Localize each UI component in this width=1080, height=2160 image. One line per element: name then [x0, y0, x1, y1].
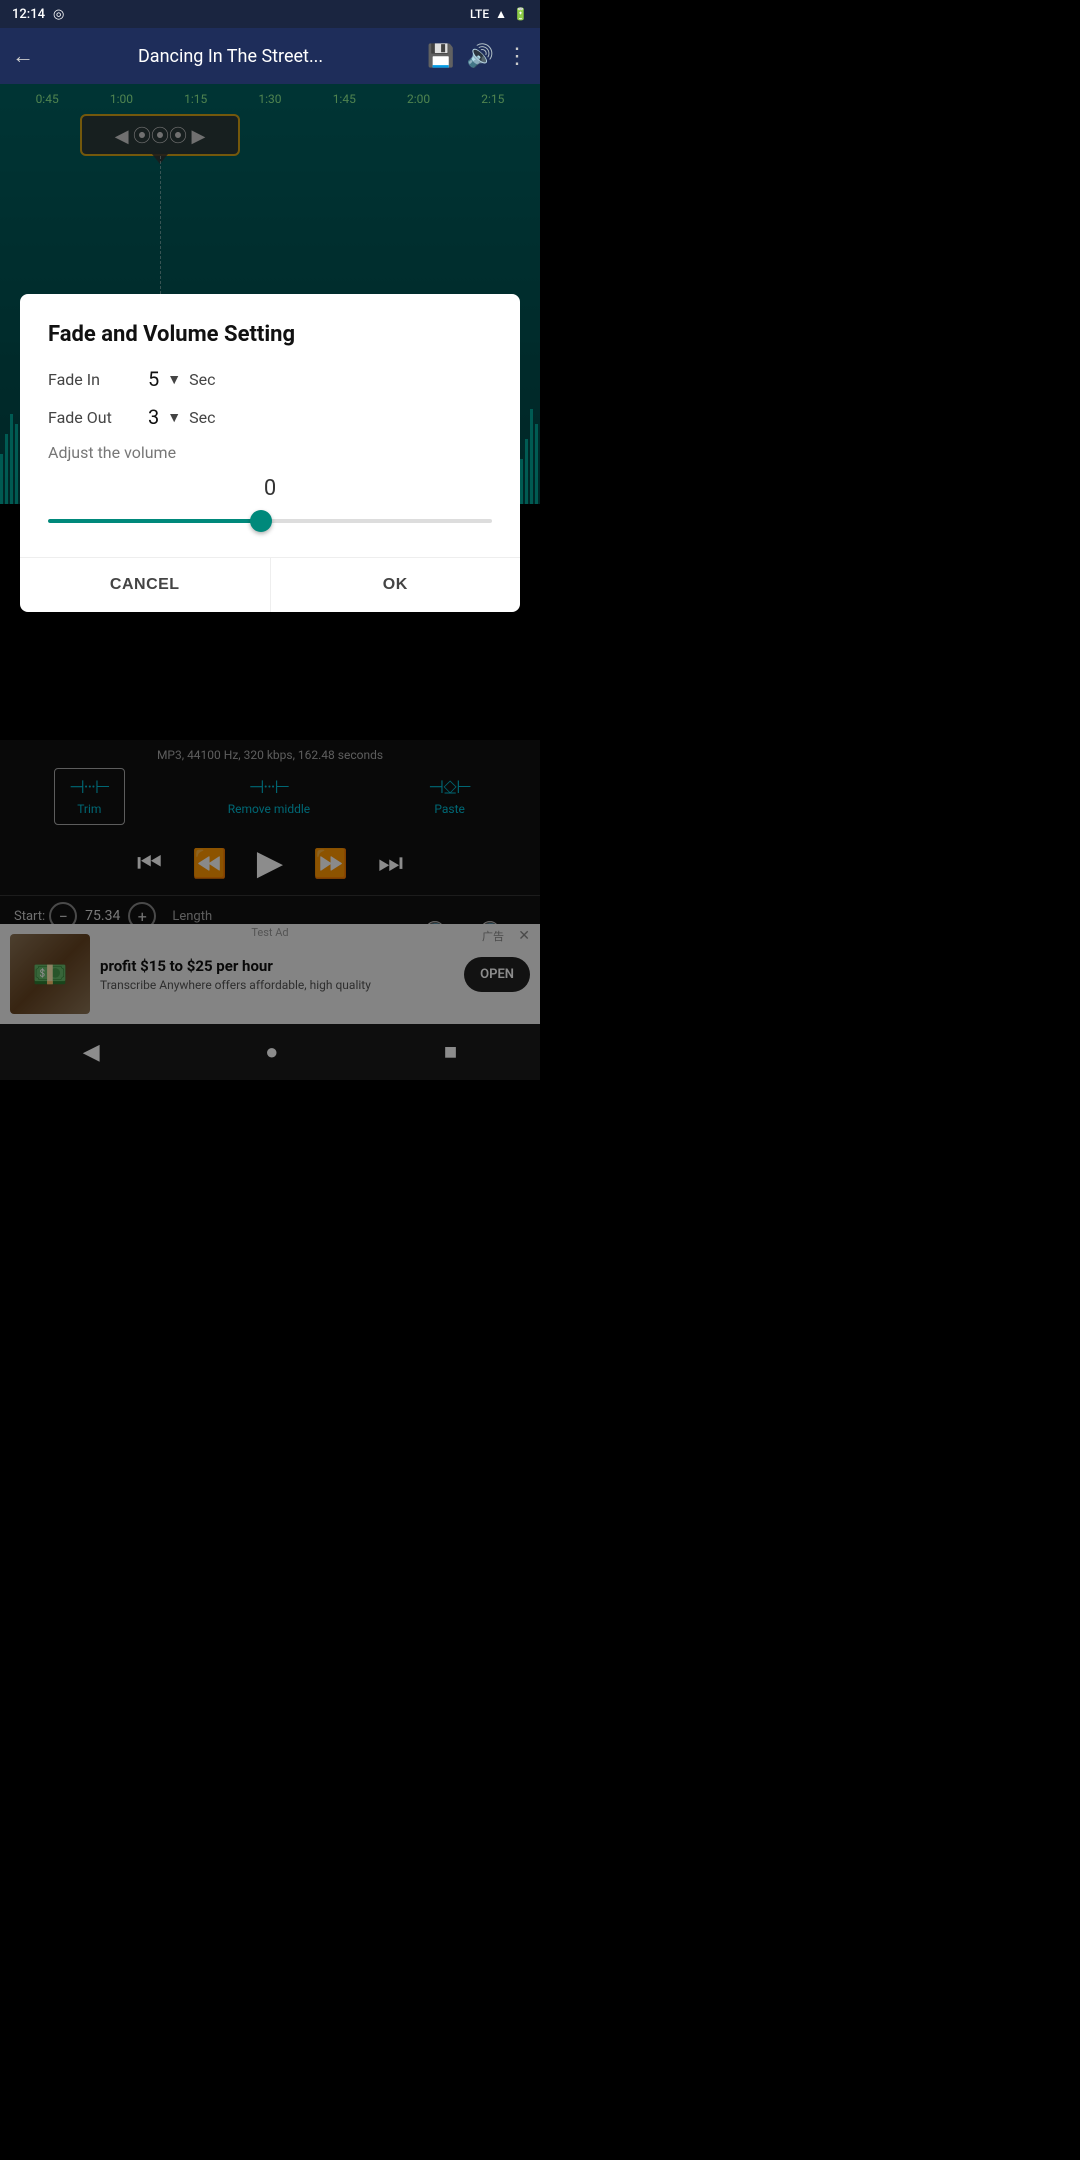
save-button[interactable]: 💾 — [427, 44, 454, 69]
slider-fill — [48, 519, 261, 523]
fade-out-row: Fade Out 3 ▼ Sec — [48, 405, 492, 429]
status-bar: 12:14 ◎ LTE ▲ 🔋 — [0, 0, 540, 28]
fade-out-value: 3 — [148, 405, 159, 429]
signal-icon: ▲ — [495, 7, 507, 21]
slider-thumb[interactable] — [250, 510, 272, 532]
dialog-buttons: CANCEL OK — [20, 557, 520, 612]
fade-out-label: Fade Out — [48, 408, 148, 427]
notification-icon: ◎ — [53, 7, 64, 22]
status-time: 12:14 — [12, 7, 45, 22]
more-button[interactable]: ⋮ — [506, 44, 528, 69]
dialog-title: Fade and Volume Setting — [48, 322, 492, 347]
app-bar: ← Dancing In The Street... 💾 🔊 ⋮ — [0, 28, 540, 84]
lte-label: LTE — [470, 7, 489, 21]
back-button[interactable]: ← — [12, 43, 34, 69]
fade-out-unit: Sec — [189, 408, 215, 427]
status-right: LTE ▲ 🔋 — [470, 7, 528, 21]
fade-in-dropdown-icon[interactable]: ▼ — [167, 371, 181, 388]
fade-in-label: Fade In — [48, 370, 148, 389]
status-left: 12:14 ◎ — [12, 7, 64, 22]
fade-volume-dialog: Fade and Volume Setting Fade In 5 ▼ Sec … — [20, 294, 520, 612]
adjust-volume-label: Adjust the volume — [48, 443, 492, 462]
volume-slider[interactable] — [48, 509, 492, 533]
fade-in-value: 5 — [148, 367, 159, 391]
ok-button[interactable]: OK — [271, 558, 521, 612]
volume-value: 0 — [48, 476, 492, 501]
fade-in-row: Fade In 5 ▼ Sec — [48, 367, 492, 391]
app-title: Dancing In The Street... — [46, 46, 415, 67]
cancel-button[interactable]: CANCEL — [20, 558, 271, 612]
dialog-overlay: Fade and Volume Setting Fade In 5 ▼ Sec … — [0, 84, 540, 1080]
fade-in-unit: Sec — [189, 370, 215, 389]
fade-out-dropdown-icon[interactable]: ▼ — [167, 409, 181, 426]
volume-button[interactable]: 🔊 — [467, 44, 494, 69]
battery-icon: 🔋 — [513, 7, 528, 21]
